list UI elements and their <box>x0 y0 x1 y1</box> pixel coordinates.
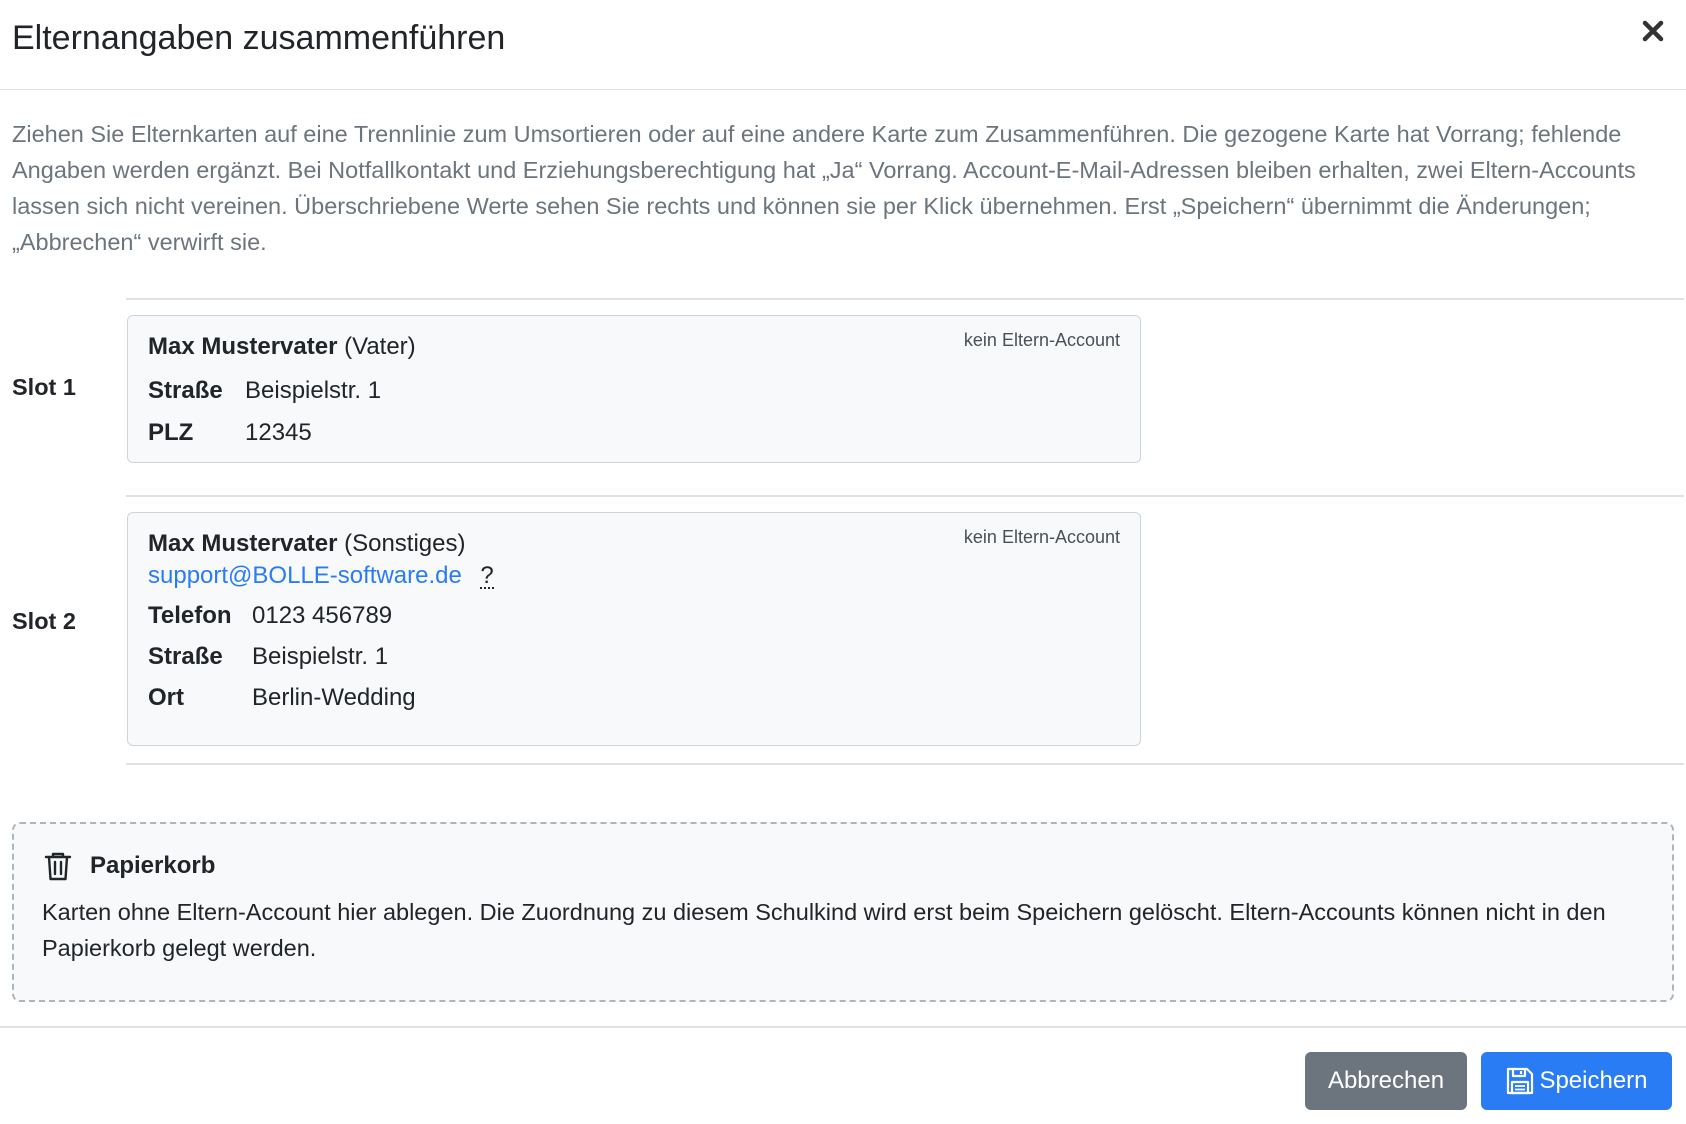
card-field: Telefon 0123 456789 <box>148 602 1120 630</box>
save-button[interactable]: Speichern <box>1481 1052 1672 1110</box>
modal-body: Ziehen Sie Elternkarten auf eine Trennli… <box>0 116 1686 766</box>
parent-card[interactable]: kein Eltern-Account Max Mustervater (Son… <box>127 512 1141 746</box>
trash-dropzone[interactable]: Papierkorb Karten ohne Eltern-Account hi… <box>12 822 1674 1002</box>
slot-label: Slot 1 <box>12 374 76 400</box>
parent-name: Max Mustervater <box>148 333 338 360</box>
parent-card[interactable]: kein Eltern-Account Max Mustervater (Vat… <box>127 315 1141 463</box>
footer-divider <box>0 1026 1686 1028</box>
trash-title: Papierkorb <box>90 852 216 879</box>
cancel-label: Abbrechen <box>1327 1067 1445 1094</box>
trash-header: Papierkorb <box>42 850 1644 882</box>
intro-text: Ziehen Sie Elternkarten auf eine Trennli… <box>12 121 1636 255</box>
field-key: PLZ <box>148 419 194 446</box>
field-value: 12345 <box>245 419 312 446</box>
slot-list: Slot 1 kein Eltern-Account Max Mustervat… <box>12 298 1684 766</box>
save-label: Speichern <box>1539 1067 1648 1094</box>
field-value: Beispielstr. 1 <box>252 643 389 670</box>
merge-parents-modal: Elternangaben zusammenführen Ziehen Sie … <box>0 0 1686 1124</box>
save-icon <box>1507 1067 1534 1095</box>
drop-divider[interactable] <box>126 298 1684 300</box>
modal-header: Elternangaben zusammenführen <box>0 0 1686 90</box>
drop-divider[interactable] <box>126 763 1684 765</box>
trash-icon <box>44 852 72 881</box>
field-key: Straße <box>148 643 223 670</box>
email-link[interactable]: support@BOLLE-software.de <box>148 562 462 589</box>
field-value: Beispielstr. 1 <box>245 377 382 404</box>
card-field: Ort Berlin-Wedding <box>148 684 1120 712</box>
card-field: PLZ 12345 <box>148 419 1120 447</box>
field-value: Berlin-Wedding <box>252 684 416 711</box>
field-key: Straße <box>148 377 223 404</box>
parent-role: (Vater) <box>344 333 416 360</box>
parent-name: Max Mustervater <box>148 530 338 557</box>
field-key: Ort <box>148 684 184 711</box>
cancel-button[interactable]: Abbrechen <box>1305 1052 1467 1110</box>
email-row: support@BOLLE-software.de ? <box>148 562 1120 590</box>
account-status: kein Eltern-Account <box>963 527 1120 547</box>
card-field: Straße Beispielstr. 1 <box>148 377 1120 405</box>
modal-title: Elternangaben zusammenführen <box>12 19 506 57</box>
slot-label: Slot 2 <box>12 608 76 634</box>
card-field: Straße Beispielstr. 1 <box>148 643 1120 671</box>
trash-description: Karten ohne Eltern-Account hier ablegen.… <box>42 899 1606 961</box>
field-value: 0123 456789 <box>252 602 393 629</box>
parent-role: (Sonstiges) <box>344 530 466 557</box>
close-icon <box>1642 20 1664 42</box>
field-key: Telefon <box>148 602 232 629</box>
drop-divider[interactable] <box>126 495 1684 497</box>
account-status: kein Eltern-Account <box>963 330 1120 350</box>
help-tooltip[interactable]: ? <box>480 564 494 589</box>
close-button[interactable] <box>1636 14 1670 48</box>
